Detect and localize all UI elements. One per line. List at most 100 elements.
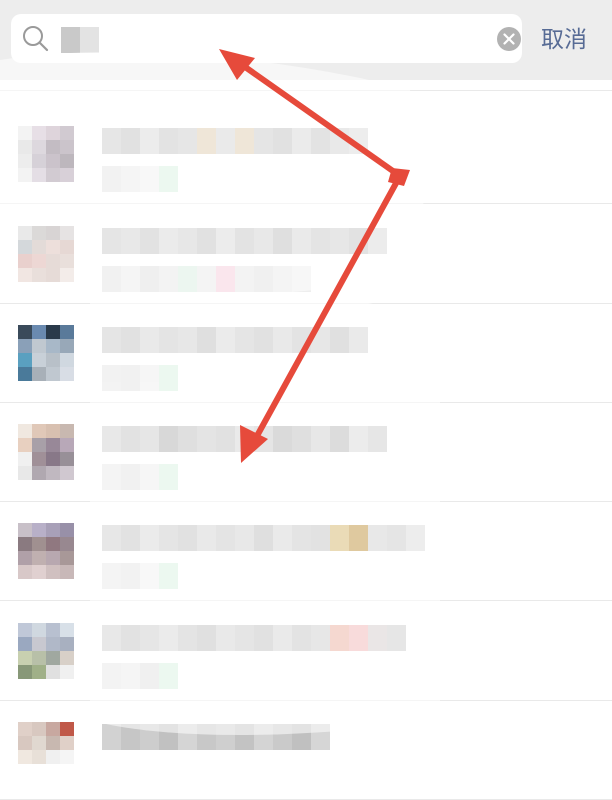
mosaic-block (32, 637, 46, 651)
mosaic-block (121, 266, 140, 292)
mosaic-block (330, 128, 349, 154)
search-results-list (0, 0, 612, 800)
mosaic-block (32, 438, 46, 452)
mosaic-block (140, 426, 159, 452)
mosaic-block (46, 154, 60, 168)
mosaic-block (292, 426, 311, 452)
mosaic-block (46, 339, 60, 353)
mosaic-block (273, 724, 292, 750)
mosaic-block (32, 268, 46, 282)
mosaic-block (311, 724, 330, 750)
mosaic-block (18, 154, 32, 168)
mosaic-block (368, 228, 387, 254)
mosaic-block (46, 168, 60, 182)
mosaic-block (159, 625, 178, 651)
mosaic-block (32, 537, 46, 551)
list-item[interactable] (0, 204, 612, 304)
mosaic-block (46, 637, 60, 651)
mosaic-block (60, 750, 74, 764)
list-item[interactable] (0, 303, 612, 403)
mosaic-block (18, 254, 32, 268)
mosaic-block (387, 525, 406, 551)
mosaic-block (18, 168, 32, 182)
mosaic-block (311, 426, 330, 452)
mosaic-block (254, 625, 273, 651)
mosaic-block (102, 625, 121, 651)
mosaic-block (235, 327, 254, 353)
mosaic-block (140, 525, 159, 551)
mosaic-block (46, 565, 60, 579)
mosaic-block (273, 128, 292, 154)
cancel-button[interactable]: 取消 (541, 26, 587, 54)
item-title-mosaic (102, 625, 406, 651)
mosaic-block (18, 452, 32, 466)
mosaic-block (32, 254, 46, 268)
mosaic-block (46, 226, 60, 240)
mosaic-block (60, 168, 74, 182)
mosaic-block (32, 226, 46, 240)
mosaic-block (32, 424, 46, 438)
search-input[interactable] (61, 27, 99, 53)
mosaic-block (349, 625, 368, 651)
list-item[interactable] (0, 700, 612, 800)
mosaic-block (273, 525, 292, 551)
mosaic-block (406, 525, 425, 551)
mosaic-block (121, 563, 140, 589)
mosaic-block (46, 140, 60, 154)
mosaic-block (292, 525, 311, 551)
mosaic-block (159, 426, 178, 452)
mosaic-block (254, 128, 273, 154)
mosaic-block (60, 764, 74, 778)
mosaic-block (349, 228, 368, 254)
mosaic-block (311, 625, 330, 651)
list-item[interactable] (0, 104, 612, 204)
mosaic-block (254, 525, 273, 551)
mosaic-block (60, 551, 74, 565)
avatar (18, 623, 74, 679)
item-subtitle-mosaic (102, 166, 178, 192)
mosaic-block (18, 353, 32, 367)
avatar (18, 523, 74, 579)
mosaic-block (121, 128, 140, 154)
mosaic-block (46, 537, 60, 551)
mosaic-block (32, 764, 46, 778)
mosaic-block (140, 365, 159, 391)
mosaic-block (32, 665, 46, 679)
mosaic-block (197, 128, 216, 154)
mosaic-block (273, 426, 292, 452)
mosaic-block (102, 426, 121, 452)
mosaic-block (121, 365, 140, 391)
mosaic-block (18, 438, 32, 452)
mosaic-block (60, 268, 74, 282)
mosaic-block (60, 736, 74, 750)
mosaic-block (46, 438, 60, 452)
mosaic-block (254, 724, 273, 750)
mosaic-block (235, 266, 254, 292)
item-title-mosaic (102, 525, 425, 551)
mosaic-block (46, 722, 60, 736)
mosaic-block (216, 525, 235, 551)
mosaic-block (273, 228, 292, 254)
list-item[interactable] (0, 501, 612, 601)
mosaic-block (140, 327, 159, 353)
mosaic-block (18, 651, 32, 665)
mosaic-block (140, 724, 159, 750)
list-item[interactable] (0, 601, 612, 701)
item-title-mosaic (102, 724, 330, 750)
item-title-mosaic (102, 327, 368, 353)
list-item[interactable] (0, 402, 612, 502)
clear-icon[interactable] (497, 27, 521, 51)
mosaic-block (235, 228, 254, 254)
mosaic-block (32, 736, 46, 750)
mosaic-block (32, 452, 46, 466)
mosaic-block (32, 154, 46, 168)
mosaic-block (330, 525, 349, 551)
mosaic-block (18, 140, 32, 154)
mosaic-block (18, 268, 32, 282)
search-box[interactable] (11, 14, 522, 63)
mosaic-block (159, 663, 178, 689)
item-subtitle-mosaic (102, 365, 178, 391)
avatar (18, 126, 74, 182)
mosaic-block (18, 240, 32, 254)
mosaic-block (32, 523, 46, 537)
